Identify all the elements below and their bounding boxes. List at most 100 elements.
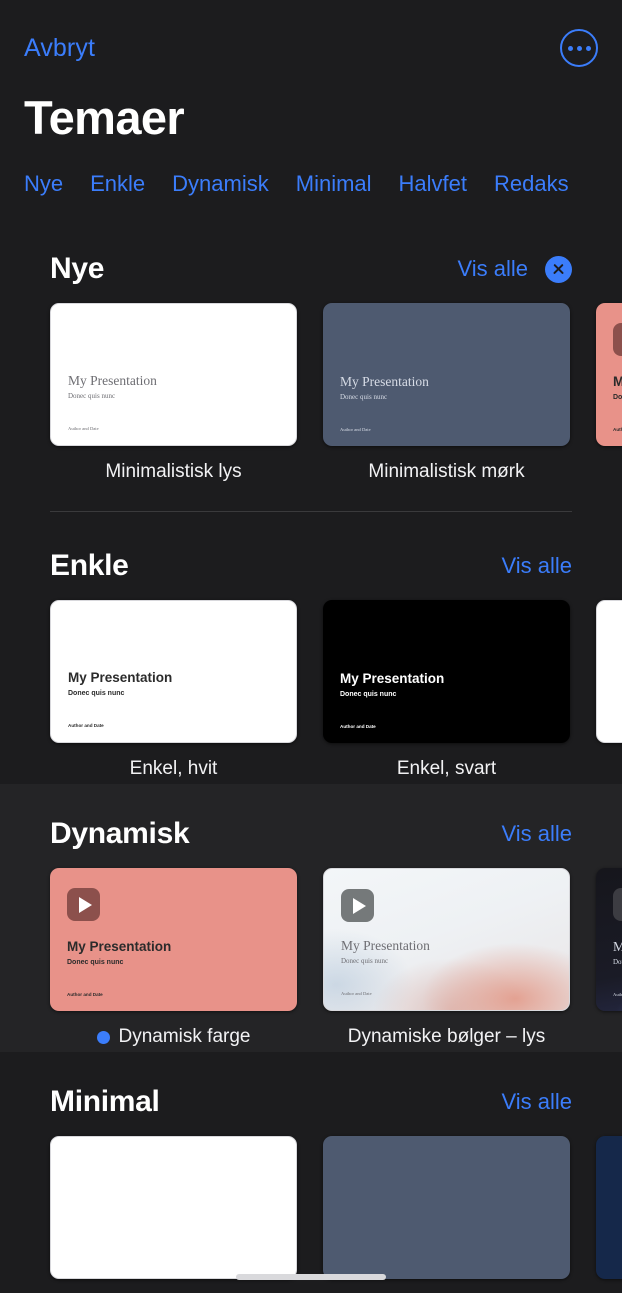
theme-card[interactable] xyxy=(50,1136,297,1279)
slide-subtitle: Donec quis nunc xyxy=(68,392,116,401)
theme-row[interactable]: My Presentation Donec quis nunc Author a… xyxy=(0,590,622,780)
show-all-button[interactable]: Vis alle xyxy=(501,553,572,579)
play-icon xyxy=(613,888,622,921)
tab-nye[interactable]: Nye xyxy=(24,171,63,197)
theme-card[interactable]: My Presentation Donec quis nunc Author a… xyxy=(323,303,570,483)
section-header: Dynamisk Vis alle xyxy=(0,784,622,858)
navigation-bar: Avbryt xyxy=(0,0,622,96)
ellipsis-circle-icon[interactable] xyxy=(560,29,598,67)
theme-card[interactable]: My Presentation Donec quis nunc Author a… xyxy=(323,600,570,780)
slide-title: My Presentation xyxy=(68,373,157,389)
play-icon xyxy=(67,888,100,921)
theme-name: Minimalistisk lys xyxy=(105,461,242,482)
theme-card-label: Minimalistisk mørk xyxy=(323,461,570,483)
category-tab-strip[interactable]: Nye Enkle Dynamisk Minimal Halvfet Redak… xyxy=(0,145,622,197)
theme-thumbnail[interactable]: My Presentation Donec quis nunc Author a… xyxy=(323,600,570,743)
section-dynamisk: Dynamisk Vis alle My Presentation Donec … xyxy=(0,784,622,1052)
slide-title: My Presentation xyxy=(613,374,622,390)
theme-card[interactable]: My Presentation Donec quis nunc Author a… xyxy=(596,868,622,1048)
play-icon xyxy=(341,889,374,922)
section-minimal: Minimal Vis alle xyxy=(0,1052,622,1283)
slide-subtitle: Donec quis nunc xyxy=(68,690,125,698)
theme-card[interactable]: My Presentation Donec quis nunc Author a… xyxy=(323,868,570,1048)
close-circle-icon[interactable] xyxy=(545,255,572,283)
slide-title: My Presentation xyxy=(341,938,430,954)
theme-name: Minimalistisk mørk xyxy=(368,461,525,482)
theme-card-label: Dynamiske bølger – lys xyxy=(323,1026,570,1048)
slide-author: Author and Date xyxy=(341,991,372,996)
play-icon xyxy=(613,323,622,356)
slide-title: My Presentation xyxy=(68,670,173,686)
dot xyxy=(576,45,582,51)
theme-thumbnail[interactable] xyxy=(596,600,622,743)
tab-dynamisk[interactable]: Dynamisk xyxy=(172,171,269,197)
slide-subtitle: Donec quis nunc xyxy=(341,957,389,966)
dot xyxy=(585,45,591,51)
slide-author: Author and Date xyxy=(613,992,622,997)
theme-card-label: Dynamisk farge xyxy=(50,1026,297,1048)
slide-author: Author and Date xyxy=(340,724,376,729)
theme-thumbnail[interactable] xyxy=(596,1136,622,1279)
theme-thumbnail[interactable]: My Presentation Donec quis nunc Author a… xyxy=(50,868,297,1011)
theme-name: Enkel, svart xyxy=(396,758,497,779)
tab-redaksjonell[interactable]: Redaks xyxy=(494,171,569,197)
theme-row[interactable]: My Presentation Donec quis nunc Author a… xyxy=(0,293,622,483)
show-all-button[interactable]: Vis alle xyxy=(457,256,528,282)
theme-card[interactable] xyxy=(596,600,622,780)
section-header: Nye Vis alle xyxy=(0,219,622,293)
theme-thumbnail[interactable]: My Presentation Donec quis nunc Author a… xyxy=(50,303,297,446)
slide-author: Author and Date xyxy=(340,427,371,432)
theme-row[interactable] xyxy=(0,1126,622,1279)
slide-subtitle: Donec quis nunc xyxy=(613,958,622,967)
slide-author: Author and Date xyxy=(613,427,622,432)
section-header: Enkle Vis alle xyxy=(0,516,622,590)
theme-row[interactable]: My Presentation Donec quis nunc Author a… xyxy=(0,858,622,1048)
theme-card[interactable] xyxy=(323,1136,570,1279)
theme-card[interactable]: My Presentation Donec quis nunc Author a… xyxy=(50,303,297,483)
slide-subtitle: Donec quis nunc xyxy=(340,393,388,402)
slide-title: My Presentation xyxy=(67,939,172,955)
slide-title: My Presentation xyxy=(340,671,445,687)
selected-indicator-dot xyxy=(96,1030,110,1044)
theme-card-label: Enkel, svart xyxy=(323,758,570,780)
theme-card-label: Enkel, hvit xyxy=(50,758,297,780)
show-all-button[interactable]: Vis alle xyxy=(501,1089,572,1115)
show-all-button[interactable]: Vis alle xyxy=(501,821,572,847)
dot xyxy=(567,45,573,51)
theme-name: Dynamiske bølger – lys xyxy=(347,1026,546,1047)
theme-name: Dynamisk farge xyxy=(118,1026,251,1047)
home-indicator xyxy=(236,1274,386,1280)
theme-thumbnail[interactable] xyxy=(50,1136,297,1279)
theme-thumbnail[interactable]: My Presentation Donec quis nunc Author a… xyxy=(323,868,570,1011)
theme-card-label: Minimalistisk lys xyxy=(50,461,297,483)
tab-halvfet[interactable]: Halvfet xyxy=(399,171,467,197)
theme-name: Enkel, hvit xyxy=(129,758,218,779)
section-enkle: Enkle Vis alle My Presentation Donec qui… xyxy=(0,516,622,784)
theme-card[interactable]: My Presentation Donec quis nunc Author a… xyxy=(596,303,622,483)
theme-list-scroll-area[interactable]: Nye Vis alle My Presentation Donec quis … xyxy=(0,219,622,1293)
theme-card[interactable]: My Presentation Donec quis nunc Author a… xyxy=(50,600,297,780)
page-title: Temaer xyxy=(24,91,185,144)
slide-title: My Presentation xyxy=(340,374,429,390)
section-title: Nye xyxy=(50,252,105,285)
section-nye: Nye Vis alle My Presentation Donec quis … xyxy=(0,219,622,516)
theme-card-selected[interactable]: My Presentation Donec quis nunc Author a… xyxy=(50,868,297,1048)
tab-enkle[interactable]: Enkle xyxy=(90,171,145,197)
slide-subtitle: Donec quis nunc xyxy=(67,959,124,967)
theme-thumbnail[interactable]: My Presentation Donec quis nunc Author a… xyxy=(323,303,570,446)
section-title: Minimal xyxy=(50,1085,160,1118)
cancel-button[interactable]: Avbryt xyxy=(24,34,95,63)
tab-minimal[interactable]: Minimal xyxy=(296,171,372,197)
section-header: Minimal Vis alle xyxy=(0,1052,622,1126)
theme-thumbnail[interactable]: My Presentation Donec quis nunc Author a… xyxy=(596,303,622,446)
slide-title: My Presentation xyxy=(613,939,622,955)
theme-card[interactable] xyxy=(596,1136,622,1279)
slide-subtitle: Donec quis nunc xyxy=(340,691,397,699)
theme-thumbnail[interactable] xyxy=(323,1136,570,1279)
section-title: Dynamisk xyxy=(50,817,190,850)
theme-thumbnail[interactable]: My Presentation Donec quis nunc Author a… xyxy=(50,600,297,743)
section-title: Enkle xyxy=(50,549,129,582)
theme-thumbnail[interactable]: My Presentation Donec quis nunc Author a… xyxy=(596,868,622,1011)
slide-author: Author and Date xyxy=(68,723,104,728)
slide-author: Author and Date xyxy=(68,426,99,431)
